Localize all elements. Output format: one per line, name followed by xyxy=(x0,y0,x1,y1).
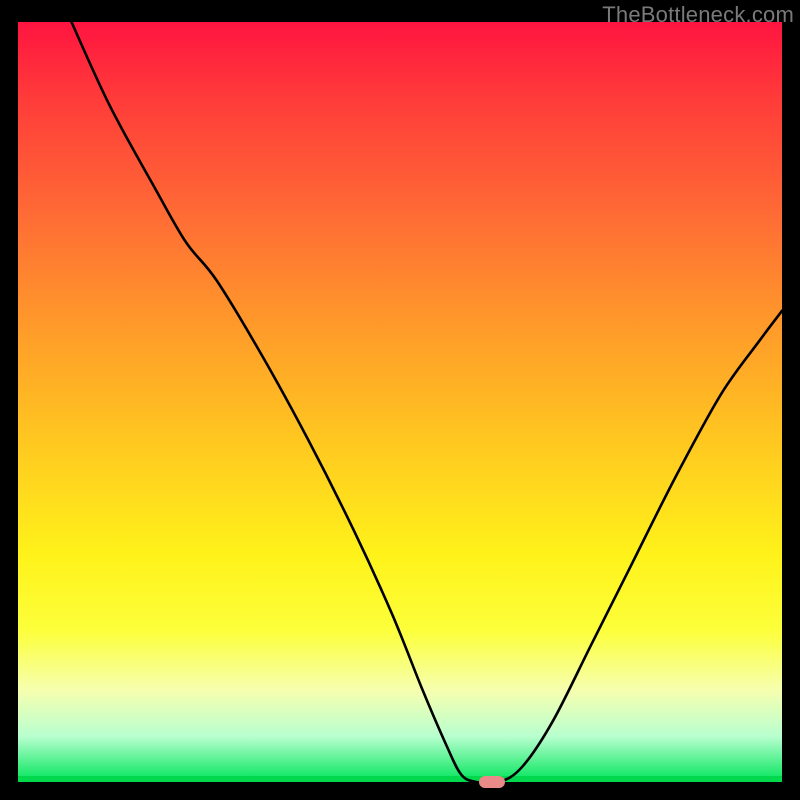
chart-frame: TheBottleneck.com xyxy=(0,0,800,800)
curve-path xyxy=(72,22,783,782)
optimum-marker xyxy=(479,776,505,788)
bottleneck-curve xyxy=(18,22,782,782)
watermark-text: TheBottleneck.com xyxy=(602,2,794,28)
